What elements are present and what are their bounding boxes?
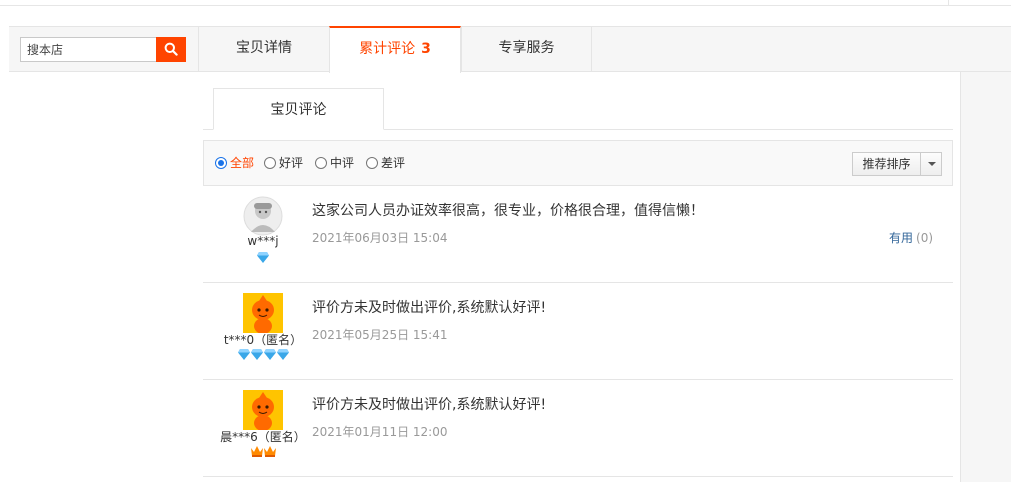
tab-item-details[interactable]: 宝贝详情: [198, 26, 329, 72]
diamond-icon: [276, 349, 289, 360]
divider: [948, 0, 949, 6]
radio-label: 中评: [330, 156, 355, 170]
review-date: 2021年01月11日 12:00: [312, 425, 448, 439]
sort-dropdown[interactable]: 推荐排序: [852, 152, 942, 176]
tab-label: 宝贝详情: [236, 40, 292, 56]
tab-exclusive-services[interactable]: 专享服务: [461, 26, 592, 72]
buyer-credit-badges: [203, 252, 323, 266]
review-text: 这家公司人员办证效率很高，很专业，价格很合理，值得信懒！: [312, 203, 704, 219]
shop-search-input[interactable]: [20, 37, 156, 62]
avatar: [243, 390, 283, 430]
tab-label: 专享服务: [498, 40, 555, 56]
crown-icon: [250, 446, 263, 457]
radio-label: 差评: [381, 156, 406, 170]
sort-label: 推荐排序: [853, 153, 921, 175]
chevron-down-icon: [928, 162, 936, 166]
subtab-label: 宝贝评论: [270, 102, 327, 118]
radio-icon: [215, 157, 227, 169]
filter-neutral-radio[interactable]: 中评: [315, 154, 354, 172]
buyer-credit-badges: [203, 349, 323, 363]
top-strip: [0, 0, 1011, 6]
radio-label: 全部: [230, 156, 255, 170]
subtab-item-reviews[interactable]: 宝贝评论: [213, 88, 384, 130]
diamond-icon: [263, 349, 276, 360]
diamond-icon: [250, 349, 263, 360]
review-filter-bar: 全部 好评 中评 差评 推荐排序: [203, 140, 953, 186]
radio-label: 好评: [279, 156, 304, 170]
review-text: 评价方未及时做出评价,系统默认好评!: [312, 397, 547, 413]
reviewer-name: 晨***6（匿名）: [220, 430, 306, 444]
avatar: [243, 293, 283, 333]
filter-all-radio[interactable]: 全部: [215, 154, 254, 172]
useful-button[interactable]: 有用 (0): [889, 229, 933, 246]
review-count: 3: [421, 41, 431, 57]
search-icon: [164, 42, 178, 56]
reviewer-name: t***0（匿名）: [223, 333, 303, 347]
filter-positive-radio[interactable]: 好评: [264, 154, 303, 172]
buyer-credit-badges: [203, 446, 323, 460]
review-date: 2021年06月03日 15:04: [312, 231, 448, 245]
review-item: 晨***6（匿名） 评价方未及时做出评价,系统默认好评! 2021年01月11日…: [203, 380, 953, 477]
shop-search: [20, 37, 186, 62]
crown-icon: [263, 446, 276, 457]
filter-negative-radio[interactable]: 差评: [366, 154, 405, 172]
review-item: t***0（匿名） 评价方未及时做出评价,系统默认好评! 2021年05月25日…: [203, 283, 953, 380]
tab-label: 累计评论: [359, 41, 416, 57]
review-date: 2021年05月25日 15:41: [312, 328, 448, 342]
review-text: 评价方未及时做出评价,系统默认好评!: [312, 300, 547, 316]
review-item: w***j 这家公司人员办证效率很高，很专业，价格很合理，值得信懒！ 2021年…: [203, 186, 953, 283]
radio-icon: [366, 157, 378, 169]
right-sidebar: [960, 72, 1011, 482]
tab-reviews[interactable]: 累计评论 3: [329, 26, 461, 73]
useful-count: (0): [916, 231, 934, 245]
reviewer-name: w***j: [247, 234, 279, 248]
radio-icon: [264, 157, 276, 169]
radio-icon: [315, 157, 327, 169]
diamond-icon: [237, 349, 250, 360]
search-button[interactable]: [156, 37, 186, 62]
useful-label: 有用: [889, 231, 914, 245]
shop-nav-bar: 宝贝详情 累计评论 3 专享服务: [9, 26, 1011, 73]
diamond-icon: [257, 252, 269, 263]
avatar: [243, 196, 283, 236]
